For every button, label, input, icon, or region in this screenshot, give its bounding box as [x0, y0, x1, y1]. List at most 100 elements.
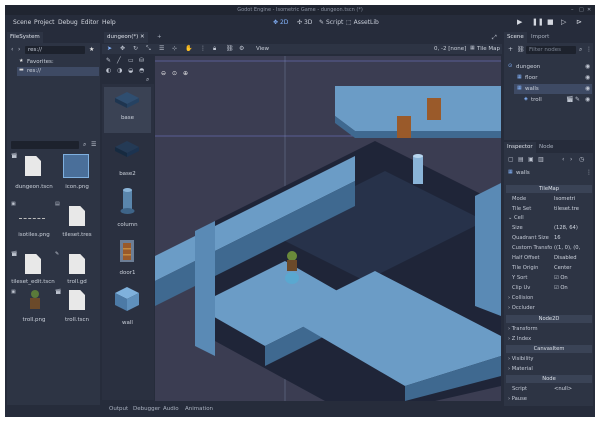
workspace-3d-button[interactable]: ✣ 3D [297, 19, 312, 26]
tab-filesystem[interactable]: FileSystem [7, 32, 43, 43]
list-view-icon[interactable]: ☰ [91, 142, 96, 148]
close-icon[interactable]: ✕ [587, 7, 591, 13]
pivot-icon[interactable]: ⊹ [172, 46, 177, 52]
line-icon[interactable]: ╱ [117, 58, 121, 64]
menu-editor[interactable]: Editor [81, 19, 99, 26]
skeleton-icon[interactable]: ⚙ [239, 46, 244, 52]
workspace-2d-button[interactable]: ✥ 2D [273, 19, 288, 26]
history-forward-icon[interactable]: › [570, 157, 572, 163]
property-tileset[interactable]: Tile Set tileset.tre [508, 205, 592, 214]
filter-nodes-field[interactable]: Filter nodes [526, 46, 576, 54]
move-icon[interactable]: ✥ [120, 46, 125, 52]
menu-debug[interactable]: Debug [58, 19, 78, 26]
rotate-icon[interactable]: ↻ [133, 46, 138, 52]
property-tile-origin[interactable]: Tile Origin Center [508, 264, 592, 273]
favorite-star-icon[interactable]: ★ [89, 47, 94, 53]
visibility-icon[interactable]: ◉ [585, 86, 590, 92]
canvas-viewport[interactable]: ⊖ ⊙ ⊕ [155, 56, 501, 401]
distraction-free-icon[interactable]: ⤢ [492, 35, 497, 41]
list-select-icon[interactable]: ☰ [159, 46, 164, 52]
instance-icon[interactable]: 🎬︎ [566, 97, 574, 103]
property-value[interactable]: tileset.tre [554, 206, 584, 212]
visibility-icon[interactable]: ◉ [585, 64, 590, 70]
file-filter-field[interactable] [11, 141, 79, 149]
property-checkbox[interactable]: ☑ On [554, 275, 584, 281]
add-scene-icon[interactable]: + [154, 32, 165, 43]
file-item[interactable]: 🎬︎ dungeon.tscn [11, 154, 57, 204]
rotate-left-icon[interactable]: ◐ [106, 68, 111, 74]
palette-tile-door1[interactable]: door1 [104, 236, 151, 282]
tab-debugger[interactable]: Debugger [130, 404, 163, 415]
section-occluder[interactable]: › Occluder [508, 305, 535, 311]
link-icon[interactable]: ⛓ [517, 47, 525, 53]
section-collision[interactable]: › Collision [508, 295, 533, 301]
property-value[interactable]: Center [554, 265, 584, 271]
tab-node[interactable]: Node [536, 142, 556, 153]
visibility-icon[interactable]: ◉ [585, 75, 590, 81]
stop-icon[interactable]: ■ [547, 18, 554, 26]
tab-import[interactable]: Import [528, 32, 552, 43]
back-icon[interactable]: ‹ [11, 47, 13, 53]
play-scene-icon[interactable]: ▷ [561, 18, 566, 26]
property-y-sort[interactable]: Y Sort ☑ On [508, 274, 592, 283]
property-value[interactable]: ((1, 0), (0, [554, 245, 584, 251]
close-tab-icon[interactable]: ✕ [140, 34, 145, 40]
section-material[interactable]: › Material [508, 366, 533, 372]
scene-options-icon[interactable]: ⋮ [586, 47, 592, 53]
property-size[interactable]: Size (128, 64) [508, 224, 592, 233]
section-z-index[interactable]: › Z Index [508, 336, 531, 342]
tab-audio[interactable]: Audio [160, 404, 182, 415]
group-icon[interactable]: ⛓ [226, 46, 234, 52]
flip-h-icon[interactable]: ◒ [128, 68, 133, 74]
menu-scene[interactable]: Scene [13, 19, 31, 26]
paint-icon[interactable]: ✎ [106, 58, 111, 64]
history-back-icon[interactable]: ‹ [562, 157, 564, 163]
rotate-right-icon[interactable]: ◑ [117, 68, 122, 74]
object-menu-icon[interactable]: ⋮ [586, 170, 592, 176]
property-script[interactable]: Script <null> [508, 385, 592, 394]
view-menu[interactable]: View [256, 46, 269, 52]
tab-output[interactable]: Output [106, 404, 131, 415]
palette-search-icon[interactable]: ⌕ [146, 77, 149, 83]
tab-inspector[interactable]: Inspector [504, 142, 536, 153]
menu-project[interactable]: Project [34, 19, 55, 26]
node-troll[interactable]: troll [531, 97, 542, 103]
menu-help[interactable]: Help [102, 19, 116, 26]
play-icon[interactable]: ▶ [517, 18, 522, 26]
section-visibility[interactable]: › Visibility [508, 356, 533, 362]
property-mode[interactable]: Mode Isometri [508, 195, 592, 204]
file-item[interactable]: ▤ tileset.tres [55, 202, 99, 252]
resource-options-icon[interactable]: ▥ [538, 157, 544, 163]
file-item[interactable]: icon.png [55, 154, 99, 204]
node-walls[interactable]: walls [525, 86, 539, 92]
file-item[interactable]: ▣ isotiles.png [11, 202, 57, 252]
section-pause[interactable]: › Pause [508, 396, 527, 402]
pause-icon[interactable]: ❚❚ [532, 18, 544, 26]
history-icon[interactable]: ◷ [579, 157, 584, 163]
file-item[interactable]: 🎬︎ troll.tscn [55, 290, 99, 346]
section-transform[interactable]: › Transform [508, 326, 538, 332]
attached-script-icon[interactable]: ✎ [575, 97, 580, 103]
forward-icon[interactable]: › [18, 47, 20, 53]
property-value[interactable]: 16 [554, 235, 584, 241]
palette-tile-wall[interactable]: wall [104, 284, 151, 330]
open-resource-icon[interactable]: ▤ [518, 157, 524, 163]
scale-icon[interactable]: ⤡ [146, 46, 151, 52]
save-resource-icon[interactable]: ▣ [528, 157, 534, 163]
visibility-icon[interactable]: ◉ [585, 97, 590, 103]
select-icon[interactable]: ➤ [107, 46, 112, 52]
node-floor[interactable]: floor [525, 75, 537, 81]
lock-icon[interactable]: 🔒︎ [213, 46, 216, 52]
property-value[interactable]: Isometri [554, 196, 584, 202]
palette-tile-base[interactable]: base [104, 87, 151, 133]
new-resource-icon[interactable]: ▢ [508, 157, 514, 163]
path-field[interactable]: res:// [25, 46, 85, 54]
bucket-icon[interactable]: ⛁ [139, 58, 144, 64]
property-value[interactable]: <null> [554, 386, 584, 392]
workspace-script-button[interactable]: ✎ Script [319, 19, 343, 26]
property-value[interactable]: Disabled [554, 255, 584, 261]
file-item[interactable]: ▣ troll.png [11, 290, 57, 346]
rect-icon[interactable]: ▭ [128, 58, 134, 64]
property-half-offset[interactable]: Half Offset Disabled [508, 254, 592, 263]
tab-animation[interactable]: Animation [182, 404, 216, 415]
